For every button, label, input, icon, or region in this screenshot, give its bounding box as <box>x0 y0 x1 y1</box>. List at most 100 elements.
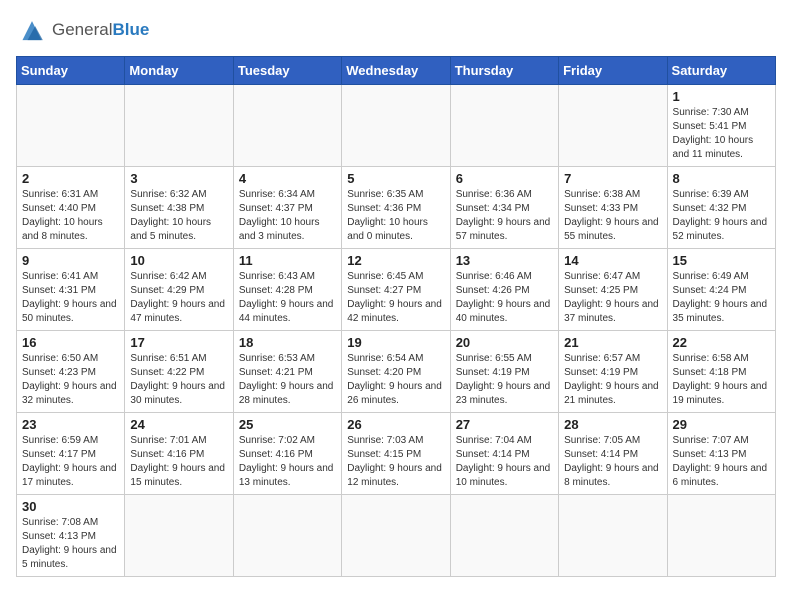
day-number: 14 <box>564 253 661 268</box>
day-info: Sunrise: 6:42 AM Sunset: 4:29 PM Dayligh… <box>130 270 227 326</box>
day-info: Sunrise: 6:54 AM Sunset: 4:20 PM Dayligh… <box>347 352 444 408</box>
day-number: 4 <box>239 171 336 186</box>
day-info: Sunrise: 6:51 AM Sunset: 4:22 PM Dayligh… <box>130 352 227 408</box>
calendar-cell: 21 Sunrise: 6:57 AM Sunset: 4:19 PM Dayli… <box>559 331 667 413</box>
calendar-week-row: 23 Sunrise: 6:59 AM Sunset: 4:17 PM Dayli… <box>17 413 776 495</box>
day-info: Sunrise: 6:57 AM Sunset: 4:19 PM Dayligh… <box>564 352 661 408</box>
day-info: Sunrise: 6:31 AM Sunset: 4:40 PM Dayligh… <box>22 188 119 244</box>
weekday-header-sunday: Sunday <box>17 57 125 85</box>
day-number: 9 <box>22 253 119 268</box>
day-number: 30 <box>22 499 119 514</box>
calendar-cell: 25 Sunrise: 7:02 AM Sunset: 4:16 PM Dayli… <box>233 413 341 495</box>
day-info: Sunrise: 6:53 AM Sunset: 4:21 PM Dayligh… <box>239 352 336 408</box>
weekday-header-friday: Friday <box>559 57 667 85</box>
day-number: 28 <box>564 417 661 432</box>
day-number: 15 <box>673 253 770 268</box>
weekday-header-row: SundayMondayTuesdayWednesdayThursdayFrid… <box>17 57 776 85</box>
calendar-week-row: 1Sunrise: 7:30 AM Sunset: 5:41 PM Daylig… <box>17 85 776 167</box>
calendar-cell: 27Sunrise: 7:04 AM Sunset: 4:14 PM Dayli… <box>450 413 558 495</box>
day-info: Sunrise: 6:34 AM Sunset: 4:37 PM Dayligh… <box>239 188 336 244</box>
calendar-cell: 10 Sunrise: 6:42 AM Sunset: 4:29 PM Dayli… <box>125 249 233 331</box>
day-info: Sunrise: 6:50 AM Sunset: 4:23 PM Dayligh… <box>22 352 119 408</box>
day-number: 18 <box>239 335 336 350</box>
day-info: Sunrise: 6:45 AM Sunset: 4:27 PM Dayligh… <box>347 270 444 326</box>
day-info: Sunrise: 6:38 AM Sunset: 4:33 PM Dayligh… <box>564 188 661 244</box>
day-number: 17 <box>130 335 227 350</box>
calendar-cell: 13 Sunrise: 6:46 AM Sunset: 4:26 PM Dayli… <box>450 249 558 331</box>
calendar-cell: 18 Sunrise: 6:53 AM Sunset: 4:21 PM Dayli… <box>233 331 341 413</box>
day-number: 24 <box>130 417 227 432</box>
day-number: 13 <box>456 253 553 268</box>
calendar-cell <box>342 495 450 577</box>
generalblue-logo-icon <box>16 16 48 44</box>
day-number: 7 <box>564 171 661 186</box>
day-number: 12 <box>347 253 444 268</box>
day-info: Sunrise: 7:08 AM Sunset: 4:13 PM Dayligh… <box>22 516 119 572</box>
day-number: 1 <box>673 89 770 104</box>
calendar-cell: 22Sunrise: 6:58 AM Sunset: 4:18 PM Dayli… <box>667 331 775 413</box>
day-info: Sunrise: 7:05 AM Sunset: 4:14 PM Dayligh… <box>564 434 661 490</box>
calendar-cell: 4 Sunrise: 6:34 AM Sunset: 4:37 PM Daylig… <box>233 167 341 249</box>
logo-text: GeneralBlue <box>52 20 149 40</box>
calendar-cell: 19Sunrise: 6:54 AM Sunset: 4:20 PM Dayli… <box>342 331 450 413</box>
calendar-cell: 24 Sunrise: 7:01 AM Sunset: 4:16 PM Dayli… <box>125 413 233 495</box>
calendar-cell: 20Sunrise: 6:55 AM Sunset: 4:19 PM Dayli… <box>450 331 558 413</box>
calendar-cell: 28 Sunrise: 7:05 AM Sunset: 4:14 PM Dayli… <box>559 413 667 495</box>
day-info: Sunrise: 6:58 AM Sunset: 4:18 PM Dayligh… <box>673 352 770 408</box>
calendar-cell: 15Sunrise: 6:49 AM Sunset: 4:24 PM Dayli… <box>667 249 775 331</box>
day-info: Sunrise: 7:01 AM Sunset: 4:16 PM Dayligh… <box>130 434 227 490</box>
day-info: Sunrise: 6:43 AM Sunset: 4:28 PM Dayligh… <box>239 270 336 326</box>
calendar-cell: 23 Sunrise: 6:59 AM Sunset: 4:17 PM Dayli… <box>17 413 125 495</box>
calendar-cell: 3Sunrise: 6:32 AM Sunset: 4:38 PM Daylig… <box>125 167 233 249</box>
day-number: 20 <box>456 335 553 350</box>
weekday-header-thursday: Thursday <box>450 57 558 85</box>
calendar-week-row: 16 Sunrise: 6:50 AM Sunset: 4:23 PM Dayli… <box>17 331 776 413</box>
calendar-cell: 9 Sunrise: 6:41 AM Sunset: 4:31 PM Daylig… <box>17 249 125 331</box>
calendar-cell <box>125 495 233 577</box>
calendar-cell <box>233 495 341 577</box>
day-info: Sunrise: 7:04 AM Sunset: 4:14 PM Dayligh… <box>456 434 553 490</box>
calendar-cell: 29 Sunrise: 7:07 AM Sunset: 4:13 PM Dayli… <box>667 413 775 495</box>
day-info: Sunrise: 7:02 AM Sunset: 4:16 PM Dayligh… <box>239 434 336 490</box>
day-number: 8 <box>673 171 770 186</box>
day-number: 21 <box>564 335 661 350</box>
page-header: GeneralBlue <box>16 16 776 44</box>
day-number: 16 <box>22 335 119 350</box>
day-info: Sunrise: 6:59 AM Sunset: 4:17 PM Dayligh… <box>22 434 119 490</box>
day-number: 11 <box>239 253 336 268</box>
day-info: Sunrise: 6:36 AM Sunset: 4:34 PM Dayligh… <box>456 188 553 244</box>
calendar-cell <box>17 85 125 167</box>
day-info: Sunrise: 7:03 AM Sunset: 4:15 PM Dayligh… <box>347 434 444 490</box>
calendar-cell <box>667 495 775 577</box>
calendar-cell <box>342 85 450 167</box>
calendar-week-row: 30 Sunrise: 7:08 AM Sunset: 4:13 PM Dayli… <box>17 495 776 577</box>
weekday-header-tuesday: Tuesday <box>233 57 341 85</box>
calendar-table: SundayMondayTuesdayWednesdayThursdayFrid… <box>16 56 776 577</box>
calendar-cell: 7 Sunrise: 6:38 AM Sunset: 4:33 PM Daylig… <box>559 167 667 249</box>
day-info: Sunrise: 6:46 AM Sunset: 4:26 PM Dayligh… <box>456 270 553 326</box>
calendar-cell <box>450 495 558 577</box>
day-number: 6 <box>456 171 553 186</box>
calendar-cell <box>233 85 341 167</box>
day-info: Sunrise: 7:07 AM Sunset: 4:13 PM Dayligh… <box>673 434 770 490</box>
calendar-cell <box>125 85 233 167</box>
calendar-cell: 14 Sunrise: 6:47 AM Sunset: 4:25 PM Dayli… <box>559 249 667 331</box>
day-info: Sunrise: 6:41 AM Sunset: 4:31 PM Dayligh… <box>22 270 119 326</box>
day-info: Sunrise: 6:32 AM Sunset: 4:38 PM Dayligh… <box>130 188 227 244</box>
calendar-cell <box>559 495 667 577</box>
calendar-cell: 2 Sunrise: 6:31 AM Sunset: 4:40 PM Daylig… <box>17 167 125 249</box>
calendar-cell: 5Sunrise: 6:35 AM Sunset: 4:36 PM Daylig… <box>342 167 450 249</box>
day-number: 25 <box>239 417 336 432</box>
day-number: 2 <box>22 171 119 186</box>
calendar-cell: 1Sunrise: 7:30 AM Sunset: 5:41 PM Daylig… <box>667 85 775 167</box>
day-number: 29 <box>673 417 770 432</box>
calendar-cell: 6 Sunrise: 6:36 AM Sunset: 4:34 PM Daylig… <box>450 167 558 249</box>
day-info: Sunrise: 6:47 AM Sunset: 4:25 PM Dayligh… <box>564 270 661 326</box>
calendar-cell <box>450 85 558 167</box>
weekday-header-saturday: Saturday <box>667 57 775 85</box>
day-info: Sunrise: 6:39 AM Sunset: 4:32 PM Dayligh… <box>673 188 770 244</box>
day-number: 10 <box>130 253 227 268</box>
day-number: 26 <box>347 417 444 432</box>
calendar-cell: 12 Sunrise: 6:45 AM Sunset: 4:27 PM Dayli… <box>342 249 450 331</box>
day-number: 23 <box>22 417 119 432</box>
